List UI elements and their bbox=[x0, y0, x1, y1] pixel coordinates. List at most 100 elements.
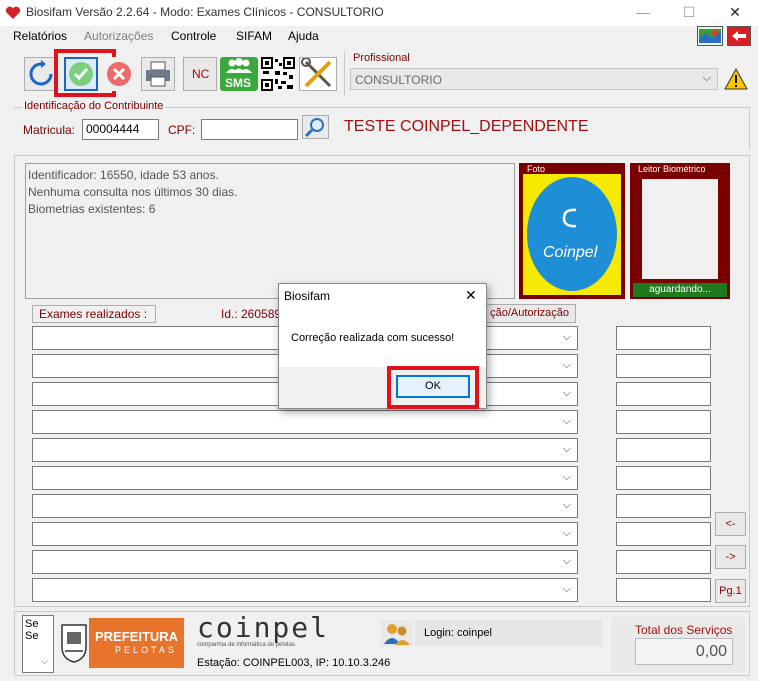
printer-icon bbox=[146, 61, 170, 87]
confirm-button[interactable] bbox=[64, 57, 98, 91]
authorization-button[interactable]: ção/Autorização bbox=[480, 304, 576, 323]
dialog-title: Biosifam bbox=[284, 289, 331, 303]
nc-label: NC bbox=[192, 67, 210, 81]
matricula-input[interactable]: 00004444 bbox=[82, 119, 159, 140]
menu-sifam[interactable]: SIFAM bbox=[236, 29, 272, 43]
cpf-input[interactable] bbox=[201, 119, 298, 140]
exam-id-text: Id.: 260589 bbox=[221, 307, 282, 321]
tools-button[interactable] bbox=[299, 57, 337, 91]
exam-value-field[interactable] bbox=[616, 466, 711, 490]
chevron-down-icon: ⌵ bbox=[562, 359, 571, 371]
close-window-button[interactable]: ✕ bbox=[712, 0, 758, 26]
exam-select[interactable]: ⌵ bbox=[32, 438, 578, 462]
total-label: Total dos Serviços bbox=[635, 623, 733, 637]
search-icon bbox=[304, 118, 324, 138]
exam-value-field[interactable] bbox=[616, 354, 711, 378]
page-indicator-button[interactable]: Pg.1 bbox=[715, 579, 746, 603]
cancel-button[interactable] bbox=[102, 57, 136, 91]
menu-autorizacoes[interactable]: Autorizações bbox=[84, 29, 153, 43]
qr-button[interactable] bbox=[261, 57, 295, 91]
exam-value-field[interactable] bbox=[616, 550, 711, 574]
station-text: Estação: COINPEL003, IP: 10.10.3.246 bbox=[197, 657, 391, 669]
biometric-label: Leitor Biométrico bbox=[638, 164, 706, 174]
info-textarea: Identificador: 16550, idade 53 anos. Nen… bbox=[25, 163, 515, 299]
print-button[interactable] bbox=[141, 57, 175, 91]
refresh-icon bbox=[29, 60, 53, 86]
professional-select[interactable]: CONSULTORIO ⌵ bbox=[350, 68, 718, 90]
exam-select[interactable]: ⌵ bbox=[32, 410, 578, 434]
chevron-down-icon[interactable]: ⌵ bbox=[41, 656, 48, 667]
check-icon bbox=[69, 62, 93, 86]
users-icon bbox=[381, 620, 413, 646]
exam-select[interactable]: ⌵ bbox=[32, 522, 578, 546]
cpf-label: CPF: bbox=[168, 123, 196, 137]
exam-value-field[interactable] bbox=[616, 522, 711, 546]
exam-select[interactable]: ⌵ bbox=[32, 466, 578, 490]
dialog-message: Correção realizada com sucesso! bbox=[291, 332, 455, 344]
refresh-button[interactable] bbox=[24, 57, 58, 91]
chevron-down-icon: ⌵ bbox=[562, 443, 571, 455]
photo-label: Foto bbox=[527, 164, 546, 174]
sms-button[interactable]: SMS bbox=[220, 57, 258, 91]
info-line-biometrics: Biometrias existentes: 6 bbox=[28, 202, 156, 216]
tools-icon bbox=[301, 57, 332, 88]
search-button[interactable] bbox=[302, 115, 329, 139]
map-button[interactable] bbox=[697, 26, 723, 46]
exam-value-field[interactable] bbox=[616, 382, 711, 406]
exam-select[interactable]: ⌵ bbox=[32, 578, 578, 602]
photo-frame: Foto Coinpel bbox=[519, 163, 625, 299]
chevron-down-icon: ⌵ bbox=[702, 72, 711, 84]
total-value: 0,00 bbox=[635, 638, 733, 665]
warning-icon[interactable] bbox=[724, 68, 748, 90]
exam-value-field[interactable] bbox=[616, 578, 711, 602]
exam-select[interactable]: ⌵ bbox=[32, 494, 578, 518]
maximize-button[interactable]: ☐ bbox=[666, 0, 712, 26]
exit-button[interactable] bbox=[727, 26, 751, 46]
login-box: Login: coinpel bbox=[415, 620, 602, 646]
cancel-icon bbox=[107, 62, 131, 86]
footer-listbox[interactable]: Se Se ⌵ bbox=[22, 615, 54, 673]
info-line-id: Identificador: 16550, idade 53 anos. bbox=[28, 168, 219, 182]
message-dialog: Biosifam ✕ Correção realizada com sucess… bbox=[278, 283, 487, 409]
map-icon bbox=[699, 29, 721, 43]
exam-select[interactable]: ⌵ bbox=[32, 550, 578, 574]
matricula-label: Matricula: bbox=[23, 123, 76, 137]
window-title: Biosifam Versão 2.2.64 - Modo: Exames Cl… bbox=[26, 5, 384, 19]
professional-label: Profissional bbox=[353, 52, 410, 64]
prefeitura-logo: PREFEITURA PELOTAS bbox=[89, 618, 184, 668]
chevron-down-icon: ⌵ bbox=[562, 555, 571, 567]
footer-list-item: Se bbox=[25, 618, 39, 630]
login-text: Login: coinpel bbox=[424, 627, 492, 639]
coinpel-subtitle: companhia de informática de pelotas bbox=[197, 642, 296, 648]
heart-icon bbox=[5, 6, 21, 19]
photo-area: Coinpel bbox=[523, 174, 621, 295]
menu-relatorios[interactable]: Relatórios bbox=[13, 29, 67, 43]
contributor-name: TESTE COINPEL_DEPENDENTE bbox=[344, 118, 589, 135]
nc-button[interactable]: NC bbox=[183, 57, 217, 91]
prev-page-button[interactable]: <- bbox=[715, 512, 746, 536]
dialog-close-button[interactable]: ✕ bbox=[465, 287, 477, 304]
chevron-down-icon: ⌵ bbox=[562, 415, 571, 427]
menu-bar: Relatórios Autorizações Controle SIFAM A… bbox=[0, 26, 758, 48]
minimize-button[interactable]: — bbox=[620, 0, 666, 26]
ok-button[interactable]: OK bbox=[396, 375, 470, 398]
chevron-down-icon: ⌵ bbox=[562, 499, 571, 511]
exam-value-field[interactable] bbox=[616, 438, 711, 462]
exams-label: Exames realizados : bbox=[32, 305, 156, 323]
prefeitura-subtitle: PELOTAS bbox=[115, 645, 177, 655]
total-panel: Total dos Serviços 0,00 bbox=[611, 617, 746, 672]
exam-value-field[interactable] bbox=[616, 494, 711, 518]
biometric-status: aguardando... bbox=[633, 283, 727, 297]
exam-value-field[interactable] bbox=[616, 410, 711, 434]
contributor-label: Identificação do Contribuinte bbox=[22, 100, 166, 112]
menu-controle[interactable]: Controle bbox=[171, 29, 216, 43]
chevron-down-icon: ⌵ bbox=[562, 331, 571, 343]
next-page-button[interactable]: -> bbox=[715, 545, 746, 569]
exam-value-field[interactable] bbox=[616, 326, 711, 350]
prefeitura-title: PREFEITURA bbox=[95, 629, 179, 644]
chevron-down-icon: ⌵ bbox=[562, 583, 571, 595]
city-crest-icon bbox=[61, 624, 87, 663]
title-bar: Biosifam Versão 2.2.64 - Modo: Exames Cl… bbox=[0, 0, 758, 26]
fingerprint-area bbox=[642, 179, 718, 279]
menu-ajuda[interactable]: Ajuda bbox=[288, 29, 319, 43]
